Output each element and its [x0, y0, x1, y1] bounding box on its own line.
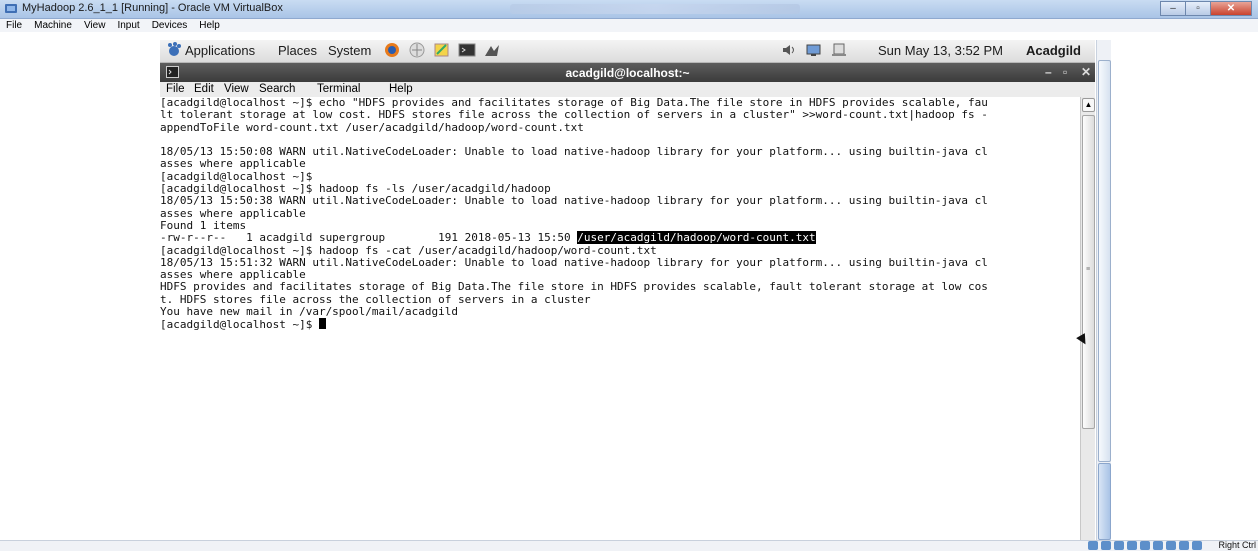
eclipse-icon[interactable]: [483, 42, 501, 58]
terminal-line: asses where applicable: [160, 206, 306, 220]
display-icon[interactable]: [805, 42, 823, 58]
terminal-line: Found 1 items: [160, 218, 247, 232]
terminal-line: [acadgild@localhost ~]$ hadoop fs -ls /u…: [160, 182, 551, 196]
status-icons: [1085, 541, 1202, 550]
terminal-prompt: [acadgild@localhost ~]$: [160, 318, 319, 332]
terminal-titlebar: acadgild@localhost:~ – ▫ ✕: [160, 63, 1095, 82]
firefox-icon[interactable]: [383, 42, 401, 58]
terminal-menu-help[interactable]: Help: [389, 83, 413, 95]
menu-help[interactable]: Help: [193, 19, 226, 32]
menu-file[interactable]: File: [0, 19, 28, 32]
text-cursor: [318, 318, 326, 330]
menu-input[interactable]: Input: [111, 19, 145, 32]
panel-applications[interactable]: Applications: [185, 43, 255, 58]
optical-drive-icon[interactable]: [1101, 541, 1111, 550]
terminal-line: -rw-r--r-- 1 acadgild supergroup 191 201…: [160, 231, 578, 245]
menu-view[interactable]: View: [78, 19, 112, 32]
gnome-panel: Applications Places System Sun May 13, 3…: [160, 40, 1095, 63]
minimize-button[interactable]: –: [1160, 1, 1186, 16]
terminal-minimize-button[interactable]: –: [1045, 65, 1052, 79]
terminal-close-button[interactable]: ✕: [1081, 65, 1091, 79]
terminal-maximize-button[interactable]: ▫: [1063, 65, 1067, 79]
vbox-titlebar: MyHadoop 2.6_1_1 [Running] - Oracle VM V…: [0, 0, 1258, 19]
panel-system[interactable]: System: [328, 43, 371, 58]
panel-user[interactable]: Acadgild: [1026, 43, 1081, 58]
terminal-line: You have new mail in /var/spool/mail/aca…: [160, 305, 459, 319]
terminal-line: lt tolerant storage at low cost. HDFS st…: [160, 108, 988, 122]
terminal-line: 18/05/13 15:50:08 WARN util.NativeCodeLo…: [160, 145, 988, 159]
scroll-up-arrow-icon[interactable]: ▲: [1082, 98, 1095, 112]
vbox-scrollbar-track[interactable]: [1098, 60, 1111, 462]
computer-icon[interactable]: [830, 42, 848, 58]
terminal-line: 18/05/13 15:51:32 WARN util.NativeCodeLo…: [160, 255, 988, 269]
vbox-statusbar: Right Ctrl: [0, 540, 1258, 551]
terminal-output: [acadgild@localhost ~]$ echo "HDFS provi…: [160, 96, 1076, 332]
grip-icon: ≡: [1086, 266, 1091, 273]
terminal-menu-search[interactable]: Search: [259, 83, 295, 95]
vbox-scrollbar[interactable]: [1096, 40, 1111, 540]
notes-icon[interactable]: [433, 42, 451, 58]
terminal-line: 18/05/13 15:50:38 WARN util.NativeCodeLo…: [160, 194, 988, 208]
terminal-menubar: File Edit View Search Terminal Help: [160, 82, 1095, 97]
close-button[interactable]: ✕: [1210, 1, 1252, 16]
host-key-label: Right Ctrl: [1218, 540, 1256, 550]
network-status-icon[interactable]: [1166, 541, 1176, 550]
vbox-scrollbar-thumb[interactable]: [1098, 463, 1111, 540]
terminal-icon[interactable]: [458, 42, 476, 58]
panel-clock[interactable]: Sun May 13, 3:52 PM: [878, 43, 1003, 58]
terminal-line: [acadgild@localhost ~]$ echo "HDFS provi…: [160, 96, 988, 109]
terminal-line: asses where applicable: [160, 157, 306, 171]
blurred-title-area: [510, 4, 800, 14]
terminal-line: [acadgild@localhost ~]$ hadoop fs -cat /…: [160, 243, 657, 257]
terminal-line: asses where applicable: [160, 268, 306, 282]
terminal-scrollbar[interactable]: ▲ ≡: [1080, 97, 1095, 540]
vbox-window-title: MyHadoop 2.6_1_1 [Running] - Oracle VM V…: [22, 2, 283, 14]
menu-machine[interactable]: Machine: [28, 19, 78, 32]
terminal-line: [acadgild@localhost ~]$: [160, 169, 313, 183]
network-icon[interactable]: [408, 42, 426, 58]
panel-places[interactable]: Places: [278, 43, 317, 58]
display-status-icon[interactable]: [1153, 541, 1163, 550]
virtualbox-icon: [5, 4, 17, 13]
terminal-scrollbar-thumb[interactable]: ≡: [1082, 115, 1095, 429]
gnome-foot-icon: [168, 42, 181, 56]
menu-devices[interactable]: Devices: [146, 19, 194, 32]
selected-path[interactable]: /user/acadgild/hadoop/word-count.txt: [577, 231, 816, 245]
volume-icon[interactable]: [780, 42, 798, 58]
window-controls: – ▫ ✕: [1160, 1, 1252, 17]
terminal-menu-file[interactable]: File: [166, 83, 185, 95]
terminal-line: appendToFile word-count.txt /user/acadgi…: [160, 120, 584, 134]
maximize-button[interactable]: ▫: [1185, 1, 1211, 16]
terminal-title: acadgild@localhost:~: [565, 66, 690, 80]
shared-folders-icon[interactable]: [1140, 541, 1150, 550]
terminal-line: t. HDFS stores file across the collectio…: [160, 292, 591, 306]
terminal-line: HDFS provides and facilitates storage of…: [160, 280, 988, 294]
video-capture-icon[interactable]: [1179, 541, 1189, 550]
vbox-menubar: File Machine View Input Devices Help: [0, 19, 1258, 32]
terminal-menu-terminal[interactable]: Terminal: [317, 83, 360, 95]
mouse-integration-icon[interactable]: [1192, 541, 1202, 550]
terminal-menu-view[interactable]: View: [224, 83, 249, 95]
terminal-menu-edit[interactable]: Edit: [194, 83, 214, 95]
audio-icon[interactable]: [1114, 541, 1124, 550]
harddisk-icon[interactable]: [1088, 541, 1098, 550]
usb-icon[interactable]: [1127, 541, 1137, 550]
